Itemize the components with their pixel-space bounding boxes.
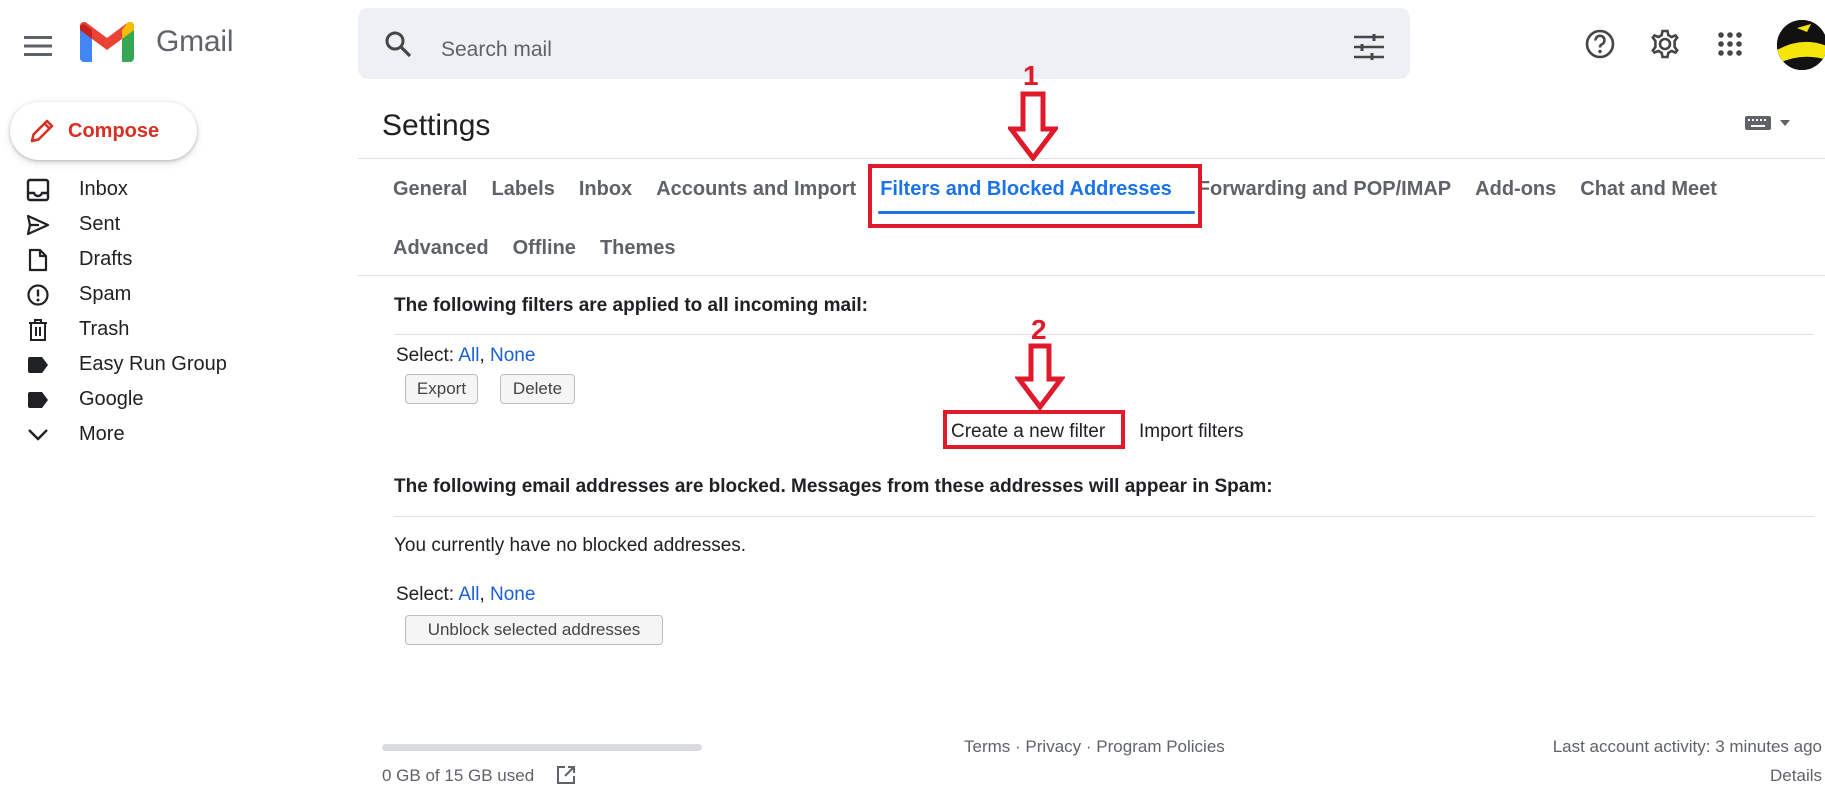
program-policies-link[interactable]: Program Policies [1096,737,1225,756]
tab-forwarding-and-pop-imap[interactable]: Forwarding and POP/IMAP [1198,178,1451,201]
app-name: Gmail [156,25,234,58]
trash-icon [23,315,53,345]
sidebar-item-spam[interactable]: Spam [0,277,300,312]
tab-accounts-and-import[interactable]: Accounts and Import [656,178,856,201]
sidebar-item-inbox[interactable]: Inbox [0,172,300,207]
select-none-link[interactable]: None [490,584,535,605]
spam-icon [23,280,53,310]
account-avatar[interactable] [1777,20,1825,70]
google-apps-button[interactable] [1710,24,1750,64]
sidebar-item-label: Sent [79,213,121,235]
gmail-m-icon [80,22,134,62]
tab-labels[interactable]: Labels [491,178,554,201]
search-bar[interactable]: Search mail [358,8,1410,79]
filters-heading: The following filters are applied to all… [394,295,868,316]
settings-tabs-row-2: Advanced Offline Themes [382,237,676,260]
sidebar-item-more[interactable]: More [0,417,300,452]
draft-icon [23,245,53,275]
chevron-down-icon [23,420,53,450]
compose-button[interactable]: Compose [10,102,197,160]
export-button[interactable]: Export [405,374,478,404]
details-link[interactable]: Details [1770,766,1822,786]
sidebar-nav: Inbox Sent Drafts Spam Trash Easy Run Gr… [0,172,300,452]
sidebar-item-easy-run-group[interactable]: Easy Run Group [0,347,300,382]
select-all-link[interactable]: All [458,584,479,605]
import-filters-link[interactable]: Import filters [1139,421,1244,443]
annotation-box-1 [868,164,1202,228]
blocked-select-row: Select: All, None [396,584,535,606]
terms-link[interactable]: Terms [964,737,1010,756]
blocked-heading: The following email addresses are blocke… [394,476,1273,497]
storage-used-text: 0 GB of 15 GB used [382,766,535,785]
avatar-logo-icon [1777,20,1825,70]
select-separator: , [479,345,485,366]
search-options-icon[interactable] [1354,34,1384,65]
footer-separator: · [1015,737,1021,756]
annotation-box-2 [943,410,1125,449]
send-icon [23,210,53,240]
settings-button[interactable] [1645,24,1685,64]
footer-links: Terms · Privacy · Program Policies [964,737,1225,757]
privacy-link[interactable]: Privacy [1025,737,1081,756]
input-tools-toggle[interactable] [1745,116,1791,130]
tab-themes[interactable]: Themes [600,237,676,260]
sidebar-item-google[interactable]: Google [0,382,300,417]
tab-chat-and-meet[interactable]: Chat and Meet [1580,178,1717,201]
divider [358,158,1825,159]
page-title: Settings [382,109,491,142]
sidebar-item-sent[interactable]: Sent [0,207,300,242]
label-icon [23,350,53,380]
footer-separator: · [1085,737,1092,756]
search-input[interactable]: Search mail [441,38,552,62]
sidebar-item-label: Inbox [79,178,128,200]
label-icon [23,385,53,415]
delete-button[interactable]: Delete [500,374,575,404]
dropdown-arrow-icon [1780,120,1790,126]
divider [358,275,1825,276]
filters-select-row: Select: All, None [396,345,535,367]
tab-inbox[interactable]: Inbox [579,178,632,201]
no-blocked-text: You currently have no blocked addresses. [394,535,747,556]
annotation-arrow-1 [1008,91,1058,161]
sidebar-item-label: Spam [79,283,132,305]
hamburger-menu-icon [24,36,52,56]
tab-offline[interactable]: Offline [513,237,576,260]
keyboard-icon [1745,116,1771,130]
compose-label: Compose [68,119,160,142]
select-separator: , [479,584,485,605]
search-icon[interactable] [384,30,412,63]
gmail-logo[interactable]: Gmail [80,22,234,62]
annotation-step-1: 1 [1023,60,1039,91]
sidebar-item-label: Drafts [79,248,133,270]
divider [394,516,1814,517]
help-icon [1585,29,1615,59]
last-account-activity: Last account activity: 3 minutes ago [1552,737,1822,756]
select-label: Select: [396,345,455,366]
tab-advanced[interactable]: Advanced [393,237,489,260]
sidebar-item-label: More [79,423,125,445]
sidebar-item-drafts[interactable]: Drafts [0,242,300,277]
inbox-icon [23,175,53,205]
select-all-link[interactable]: All [458,345,479,366]
pencil-icon [30,119,54,143]
annotation-step-2: 2 [1031,314,1047,345]
divider [394,334,1814,335]
select-label: Select: [396,584,455,605]
open-in-new-icon[interactable] [556,765,576,785]
sidebar-item-label: Google [79,388,144,410]
tab-general[interactable]: General [393,178,467,201]
annotation-arrow-2 [1015,343,1065,411]
gear-icon [1651,29,1679,59]
apps-grid-icon [1718,32,1742,56]
tab-add-ons[interactable]: Add-ons [1475,178,1556,201]
sidebar-item-label: Easy Run Group [79,353,227,375]
sidebar-item-label: Trash [79,318,130,340]
main-menu-button[interactable] [16,24,60,68]
sidebar-item-trash[interactable]: Trash [0,312,300,347]
unblock-selected-button[interactable]: Unblock selected addresses [405,615,663,645]
select-none-link[interactable]: None [490,345,535,366]
help-button[interactable] [1580,24,1620,64]
storage-usage-bar [382,744,702,751]
